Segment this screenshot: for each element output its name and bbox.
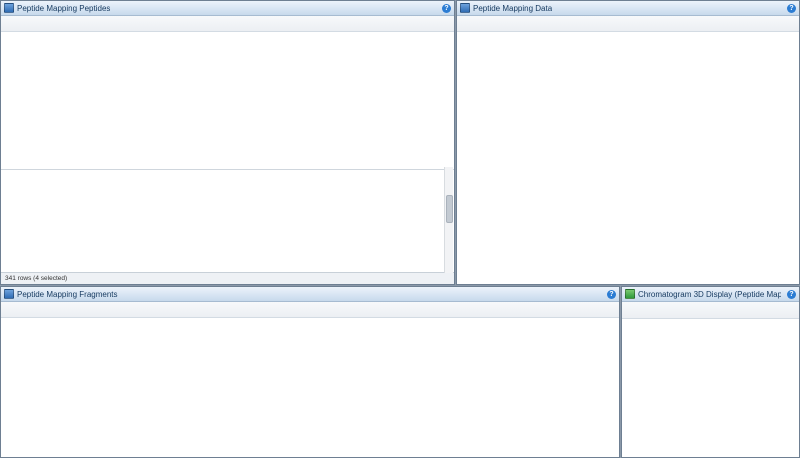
chromatogram-3d-canvas[interactable] bbox=[622, 319, 799, 457]
panel-title: Peptide Mapping Data bbox=[473, 4, 552, 13]
peptides-toolbar bbox=[1, 16, 454, 32]
peptides-panel-icon bbox=[4, 3, 14, 13]
panel-fragments: Peptide Mapping Fragments ? bbox=[0, 286, 620, 458]
help-icon[interactable]: ? bbox=[787, 290, 796, 299]
panel-title: Chromatogram 3D Display (Peptide Mapping… bbox=[638, 290, 781, 299]
vertical-scrollbar[interactable] bbox=[444, 167, 453, 273]
panel-data: Peptide Mapping Data ? bbox=[456, 0, 800, 285]
panel-chrom3d: Chromatogram 3D Display (Peptide Mapping… bbox=[621, 286, 800, 458]
titlebar-chrom3d[interactable]: Chromatogram 3D Display (Peptide Mapping… bbox=[622, 287, 799, 302]
sequence-coverage-view[interactable] bbox=[1, 32, 454, 170]
titlebar-data[interactable]: Peptide Mapping Data ? bbox=[457, 1, 799, 16]
panel-title: Peptide Mapping Peptides bbox=[17, 4, 110, 13]
scrollbar-thumb[interactable] bbox=[446, 195, 453, 223]
chrom3d-panel-icon bbox=[625, 289, 635, 299]
peptide-table bbox=[1, 170, 454, 272]
data-panel-icon bbox=[460, 3, 470, 13]
titlebar-peptides[interactable]: Peptide Mapping Peptides ? bbox=[1, 1, 454, 16]
chrom3d-toolbar bbox=[622, 302, 799, 319]
data-toolbar bbox=[457, 16, 799, 32]
panel-title: Peptide Mapping Fragments bbox=[17, 290, 118, 299]
help-icon[interactable]: ? bbox=[787, 4, 796, 13]
fragments-panel-icon bbox=[4, 289, 14, 299]
status-bar: 341 rows (4 selected) bbox=[1, 272, 454, 284]
help-icon[interactable]: ? bbox=[442, 4, 451, 13]
fragments-toolbar bbox=[1, 302, 619, 318]
fragment-spectrum-canvas[interactable] bbox=[1, 318, 619, 457]
titlebar-fragments[interactable]: Peptide Mapping Fragments ? bbox=[1, 287, 619, 302]
help-icon[interactable]: ? bbox=[607, 290, 616, 299]
panel-peptides: Peptide Mapping Peptides ? 341 rows (4 s… bbox=[0, 0, 455, 285]
lcms-map-canvas[interactable] bbox=[457, 32, 799, 284]
